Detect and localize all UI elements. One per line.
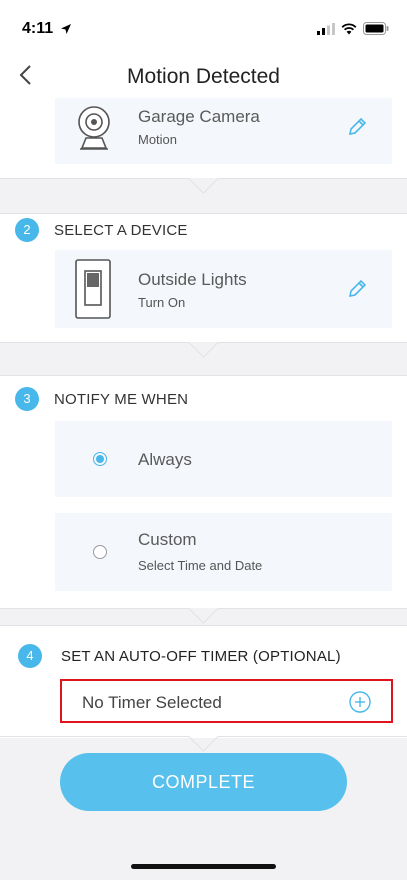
- timer-value: No Timer Selected: [82, 693, 222, 712]
- complete-button[interactable]: COMPLETE: [60, 753, 347, 811]
- step-4-title: SET AN AUTO-OFF TIMER (OPTIONAL): [61, 648, 341, 665]
- trigger-card[interactable]: Garage Camera Motion: [55, 98, 392, 164]
- add-circle-icon[interactable]: [349, 691, 371, 713]
- trigger-subtitle: Motion: [138, 132, 178, 147]
- page-title: Motion Detected: [127, 65, 280, 88]
- step-3-title: NOTIFY ME WHEN: [54, 391, 189, 408]
- edit-pencil-icon[interactable]: [346, 116, 368, 138]
- device-title: Outside Lights: [138, 270, 247, 289]
- step-3-badge: 3: [15, 387, 39, 411]
- option-label: Always: [138, 450, 192, 469]
- option-subtitle: Select Time and Date: [138, 558, 263, 573]
- radio-unselected[interactable]: [93, 545, 107, 559]
- status-bar: 4:11: [0, 0, 407, 52]
- notify-option-always[interactable]: Always: [55, 421, 392, 497]
- section-divider-arrow: [0, 178, 407, 214]
- device-card[interactable]: Outside Lights Turn On: [55, 250, 392, 328]
- light-switch-icon: [75, 259, 111, 319]
- timer-select-field[interactable]: No Timer Selected: [60, 679, 393, 723]
- cellular-signal-icon: [317, 22, 335, 35]
- option-label: Custom: [138, 530, 197, 549]
- trigger-section: Garage Camera Motion: [0, 98, 407, 178]
- home-indicator: [131, 864, 276, 869]
- nav-bar: Motion Detected: [0, 52, 407, 98]
- notify-option-custom[interactable]: Custom Select Time and Date: [55, 513, 392, 591]
- wifi-icon: [341, 22, 357, 34]
- camera-icon: [78, 106, 110, 150]
- status-time: 4:11: [22, 20, 54, 37]
- device-subtitle: Turn On: [138, 295, 186, 310]
- select-device-section: 2 SELECT A DEVICE Outside Lights Turn On: [0, 214, 407, 342]
- step-2-badge: 2: [15, 218, 39, 242]
- location-arrow-icon: [61, 24, 71, 34]
- section-divider-arrow: [0, 608, 407, 626]
- edit-pencil-icon[interactable]: [346, 278, 368, 300]
- step-2-title: SELECT A DEVICE: [54, 222, 188, 239]
- radio-selected[interactable]: [93, 452, 107, 466]
- trigger-title: Garage Camera: [138, 107, 260, 126]
- section-divider-arrow: [0, 342, 407, 376]
- battery-icon: [363, 22, 389, 35]
- step-4-badge: 4: [18, 644, 42, 668]
- notify-section: 3 NOTIFY ME WHEN Always Custom Select Ti…: [0, 376, 407, 608]
